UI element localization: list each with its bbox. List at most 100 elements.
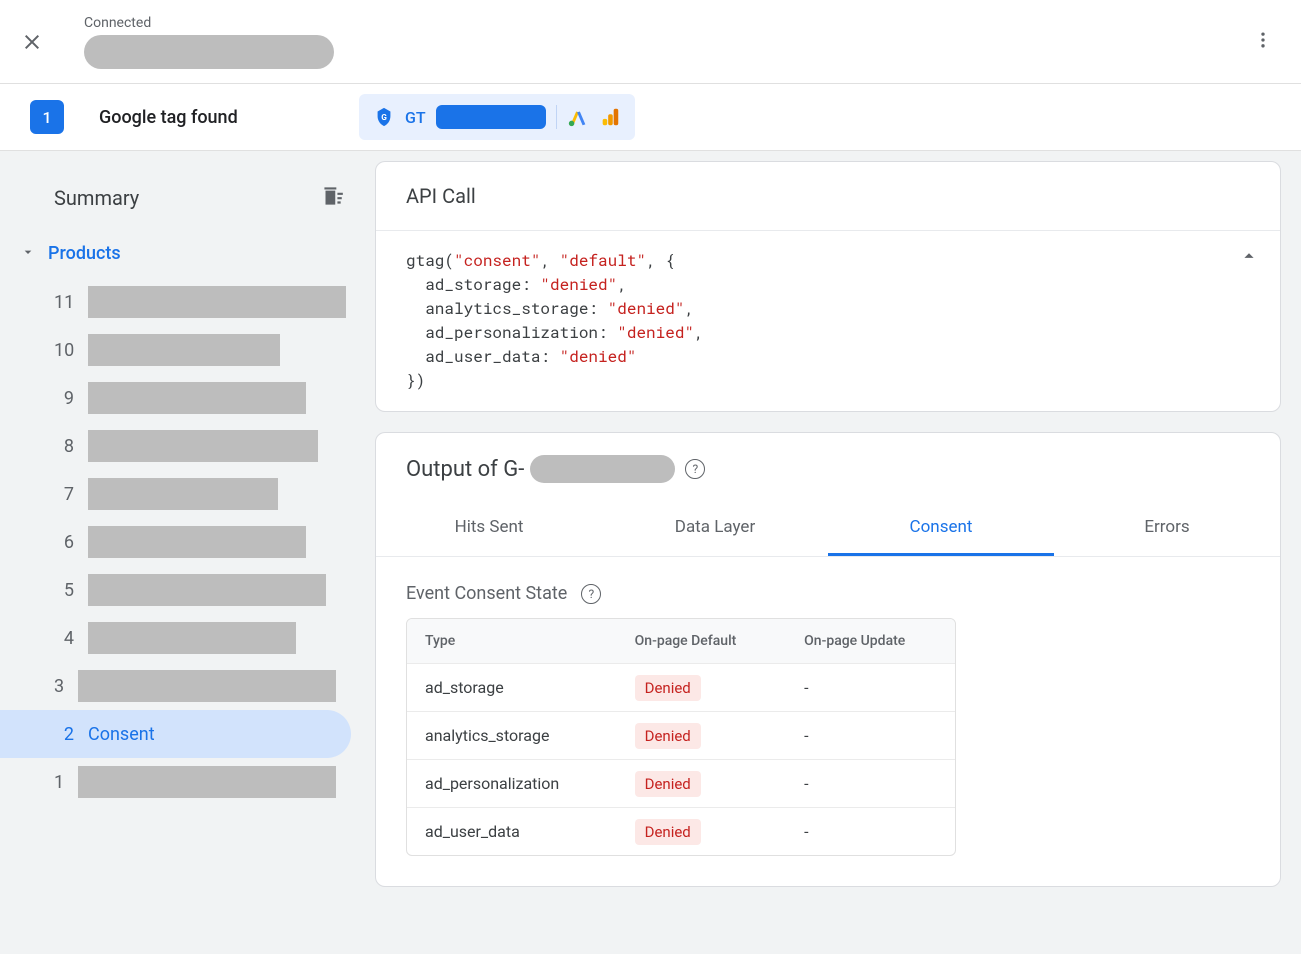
sidebar-event-item[interactable]: 6 bbox=[0, 518, 351, 566]
more-icon[interactable] bbox=[1245, 22, 1281, 62]
google-ads-icon bbox=[567, 106, 589, 128]
help-icon[interactable]: ? bbox=[581, 584, 601, 604]
connected-label: Connected bbox=[84, 15, 1245, 31]
consent-default: Denied bbox=[617, 712, 787, 760]
consent-update: - bbox=[786, 808, 955, 855]
consent-update: - bbox=[786, 712, 955, 760]
event-label-redacted bbox=[88, 430, 318, 462]
connection-block: Connected bbox=[84, 15, 1245, 69]
event-label: Consent bbox=[88, 724, 155, 745]
consent-type: analytics_storage bbox=[407, 712, 617, 760]
event-number: 8 bbox=[54, 436, 74, 457]
consent-default: Denied bbox=[617, 760, 787, 808]
consent-table: TypeOn-page DefaultOn-page Update ad_sto… bbox=[406, 618, 956, 856]
google-analytics-icon bbox=[599, 106, 621, 128]
output-header: Output of G- ? bbox=[376, 433, 1280, 483]
consent-type: ad_storage bbox=[407, 664, 617, 712]
event-number: 3 bbox=[54, 676, 64, 697]
top-bar: Connected bbox=[0, 0, 1301, 84]
divider bbox=[556, 105, 557, 129]
help-icon[interactable]: ? bbox=[685, 459, 705, 479]
event-label-redacted bbox=[88, 622, 296, 654]
consent-type: ad_personalization bbox=[407, 760, 617, 808]
gtag-icon: G bbox=[373, 106, 395, 128]
consent-default-badge: Denied bbox=[635, 771, 701, 797]
tab-consent[interactable]: Consent bbox=[828, 501, 1054, 556]
consent-update: - bbox=[786, 664, 955, 712]
consent-default: Denied bbox=[617, 808, 787, 855]
consent-update: - bbox=[786, 760, 955, 808]
gt-prefix: GT bbox=[405, 108, 426, 127]
sidebar: Summary Products 11 10 9 8 7 6 5 4 3 2 Consent 1 bbox=[0, 151, 375, 954]
event-number: 10 bbox=[54, 340, 74, 361]
event-number: 6 bbox=[54, 532, 74, 553]
tab-errors[interactable]: Errors bbox=[1054, 501, 1280, 556]
event-number: 1 bbox=[54, 772, 64, 793]
table-header: On-page Update bbox=[786, 619, 955, 664]
event-list: 11 10 9 8 7 6 5 4 3 2 Consent 1 bbox=[0, 274, 375, 810]
svg-text:G: G bbox=[381, 113, 387, 123]
output-prefix: Output of G- bbox=[406, 457, 524, 482]
event-number: 4 bbox=[54, 628, 74, 649]
body: Summary Products 11 10 9 8 7 6 5 4 3 2 Consent 1 AP… bbox=[0, 151, 1301, 954]
tag-found-label: Google tag found bbox=[99, 107, 339, 128]
main: API Call gtag("consent", "default", { ad… bbox=[375, 151, 1301, 954]
sidebar-event-item[interactable]: 7 bbox=[0, 470, 351, 518]
sidebar-event-item[interactable]: 9 bbox=[0, 374, 351, 422]
table-row: ad_personalization Denied - bbox=[407, 760, 955, 808]
consent-default-badge: Denied bbox=[635, 675, 701, 701]
consent-default-badge: Denied bbox=[635, 819, 701, 845]
event-number: 5 bbox=[54, 580, 74, 601]
products-row[interactable]: Products bbox=[0, 225, 375, 274]
output-tabs: Hits SentData LayerConsentErrors bbox=[376, 501, 1280, 557]
consent-default: Denied bbox=[617, 664, 787, 712]
products-label: Products bbox=[48, 243, 121, 264]
collapse-icon[interactable] bbox=[1238, 245, 1260, 274]
api-call-code: gtag("consent", "default", { ad_storage:… bbox=[376, 231, 1280, 411]
table-header: Type bbox=[407, 619, 617, 664]
event-label-redacted bbox=[88, 334, 280, 366]
consent-type: ad_user_data bbox=[407, 808, 617, 855]
sidebar-event-item[interactable]: 11 bbox=[0, 278, 351, 326]
event-label-redacted bbox=[78, 670, 336, 702]
caret-down-icon bbox=[20, 244, 36, 264]
event-label-redacted bbox=[88, 382, 306, 414]
event-label-redacted bbox=[88, 286, 346, 318]
output-card: Output of G- ? Hits SentData LayerConsen… bbox=[375, 432, 1281, 887]
tag-count-badge: 1 bbox=[30, 100, 64, 134]
tag-chip[interactable]: G GT bbox=[359, 94, 635, 140]
sidebar-event-item[interactable]: 8 bbox=[0, 422, 351, 470]
event-number: 7 bbox=[54, 484, 74, 505]
sidebar-event-item[interactable]: 5 bbox=[0, 566, 351, 614]
table-header: On-page Default bbox=[617, 619, 787, 664]
consent-default-badge: Denied bbox=[635, 723, 701, 749]
summary-label: Summary bbox=[54, 186, 139, 210]
connection-domain-redacted bbox=[84, 35, 334, 69]
close-icon[interactable] bbox=[20, 30, 44, 54]
event-label-redacted bbox=[88, 574, 326, 606]
event-number: 9 bbox=[54, 388, 74, 409]
sidebar-event-item[interactable]: 2 Consent bbox=[0, 710, 351, 758]
summary-row[interactable]: Summary bbox=[0, 171, 375, 225]
table-row: analytics_storage Denied - bbox=[407, 712, 955, 760]
event-label-redacted bbox=[78, 766, 336, 798]
sidebar-event-item[interactable]: 10 bbox=[0, 326, 351, 374]
sidebar-event-item[interactable]: 1 bbox=[0, 758, 351, 806]
gt-id-redacted bbox=[436, 105, 546, 129]
sidebar-event-item[interactable]: 4 bbox=[0, 614, 351, 662]
clear-icon[interactable] bbox=[319, 183, 345, 213]
table-row: ad_storage Denied - bbox=[407, 664, 955, 712]
table-row: ad_user_data Denied - bbox=[407, 808, 955, 855]
event-label-redacted bbox=[88, 526, 306, 558]
consent-section-title: Event Consent State ? bbox=[376, 557, 1280, 618]
consent-section-label: Event Consent State bbox=[406, 583, 567, 604]
api-call-title: API Call bbox=[376, 162, 1280, 231]
event-number: 2 bbox=[54, 724, 74, 745]
tag-bar: 1 Google tag found G GT bbox=[0, 84, 1301, 151]
output-id-redacted bbox=[530, 455, 675, 483]
event-number: 11 bbox=[54, 292, 74, 313]
tab-data-layer[interactable]: Data Layer bbox=[602, 501, 828, 556]
event-label-redacted bbox=[88, 478, 278, 510]
tab-hits-sent[interactable]: Hits Sent bbox=[376, 501, 602, 556]
sidebar-event-item[interactable]: 3 bbox=[0, 662, 351, 710]
